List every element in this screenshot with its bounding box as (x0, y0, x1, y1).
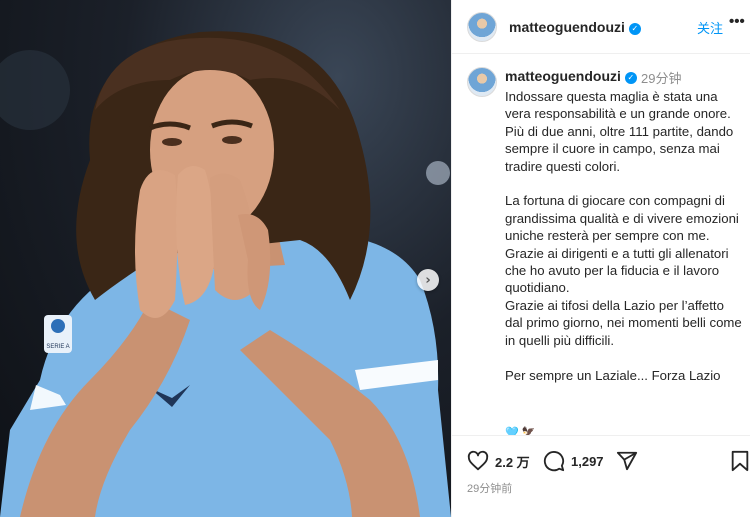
post-actions: 2.2 万 1,297 29分钟前 (452, 435, 750, 517)
header-username-link[interactable]: matteoguendouzi ✓ (509, 19, 641, 35)
more-options-button[interactable]: ••• (729, 13, 745, 30)
bookmark-icon (731, 450, 749, 472)
caption-username: matteoguendouzi (505, 68, 621, 84)
carousel-next-button[interactable]: › (417, 269, 439, 291)
save-button[interactable] (730, 450, 750, 472)
like-count: 2.2 万 (495, 454, 530, 470)
post-photo[interactable]: SERIE A › (0, 0, 451, 517)
caption-emoji: 🩵 🦅 (505, 427, 536, 435)
header-username: matteoguendouzi (509, 19, 625, 35)
comment-icon (543, 451, 565, 472)
comment-button[interactable]: 1,297 (543, 450, 604, 472)
caption-username-link[interactable]: matteoguendouzi ✓ (505, 68, 637, 84)
like-button[interactable]: 2.2 万 (467, 450, 530, 472)
follow-button[interactable]: 关注 (697, 18, 723, 37)
post-timestamp: 29分钟前 (467, 483, 513, 495)
caption-time: 29分钟 (641, 71, 682, 86)
verified-icon: ✓ (624, 72, 637, 84)
verified-icon: ✓ (628, 23, 641, 35)
chevron-right-icon: › (425, 272, 431, 288)
post-header: matteoguendouzi ✓ 关注 ••• (452, 0, 750, 54)
caption-avatar[interactable] (467, 67, 497, 97)
caption-text: Indossare questa maglia è stata una vera… (505, 89, 742, 383)
player-illustration: SERIE A (0, 31, 451, 517)
post-side-panel: matteoguendouzi ✓ 关注 ••• matteoguendouzi ✓… (451, 0, 750, 517)
heart-icon (467, 450, 489, 471)
share-button[interactable] (616, 450, 638, 472)
comment-count: 1,297 (571, 453, 604, 469)
caption-area: matteoguendouzi ✓ 29分钟 Indossare questa m… (452, 55, 750, 435)
avatar[interactable] (467, 12, 497, 42)
serie-a-patch-text: SERIE A (46, 344, 69, 350)
share-icon (616, 451, 638, 471)
